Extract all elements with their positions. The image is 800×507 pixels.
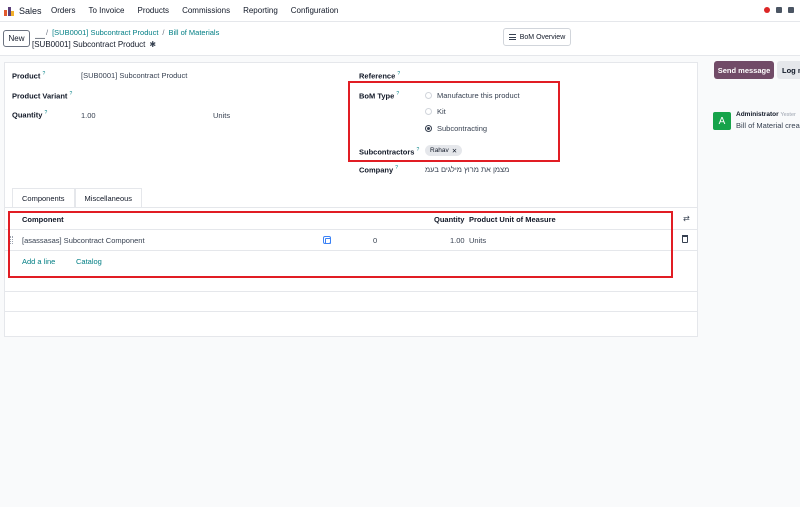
tab-divider bbox=[4, 207, 698, 208]
menu-orders[interactable]: Orders bbox=[51, 6, 75, 15]
control-panel: New — / [SUB0001] Subcontract Product / … bbox=[0, 22, 800, 56]
log-note-button[interactable]: Log n bbox=[777, 61, 800, 79]
record-name: [SUB0001] Subcontract Product bbox=[32, 40, 146, 49]
phone-icon[interactable] bbox=[788, 7, 794, 13]
sales-app-icon[interactable] bbox=[4, 6, 14, 16]
breadcrumb-product[interactable]: [SUB0001] Subcontract Product bbox=[52, 28, 158, 37]
company-field[interactable]: מצמן את מרוץ מילגים בעמ bbox=[425, 165, 509, 174]
top-navbar: Sales Orders To Invoice Products Commiss… bbox=[0, 0, 800, 22]
menu-products[interactable]: Products bbox=[137, 6, 169, 15]
list-icon bbox=[508, 34, 516, 40]
record-title: [SUB0001] Subcontract Product ✱ bbox=[32, 40, 156, 49]
reference-label: Reference ? bbox=[359, 71, 401, 81]
tab-miscellaneous[interactable]: Miscellaneous bbox=[74, 188, 143, 208]
product-variant-field[interactable] bbox=[81, 91, 321, 101]
quantity-uom-field[interactable]: Units bbox=[213, 111, 230, 120]
product-variant-label: Product Variant ? bbox=[12, 91, 73, 101]
row-divider bbox=[4, 291, 698, 292]
gift-icon[interactable] bbox=[776, 7, 782, 13]
breadcrumb: / [SUB0001] Subcontract Product / Bill o… bbox=[46, 28, 219, 37]
message-author: Administrator Yester bbox=[736, 111, 796, 118]
breadcrumb-separator: / bbox=[46, 28, 49, 37]
breadcrumb-bom[interactable]: Bill of Materials bbox=[169, 28, 220, 37]
bom-type-highlight bbox=[348, 81, 560, 162]
notebook-tabs: Components Miscellaneous bbox=[12, 188, 143, 208]
message-time: Yester bbox=[780, 112, 796, 118]
menu-to-invoice[interactable]: To Invoice bbox=[88, 6, 124, 15]
message-body: Bill of Material crea bbox=[736, 121, 800, 130]
new-button[interactable]: New bbox=[3, 30, 30, 47]
company-label: Company ? bbox=[359, 165, 399, 175]
tab-components[interactable]: Components bbox=[12, 188, 75, 208]
trash-icon[interactable] bbox=[682, 235, 688, 243]
send-message-button[interactable]: Send message bbox=[714, 61, 774, 79]
quantity-field[interactable]: 1.00 bbox=[81, 111, 96, 120]
bom-overview-label: BoM Overview bbox=[519, 33, 566, 41]
reference-field[interactable] bbox=[425, 71, 685, 81]
menu-reporting[interactable]: Reporting bbox=[243, 6, 278, 15]
product-label: Product ? bbox=[12, 71, 46, 81]
bom-overview-button[interactable]: BoM Overview bbox=[503, 28, 571, 46]
menu-configuration[interactable]: Configuration bbox=[291, 6, 339, 15]
breadcrumb-separator: / bbox=[162, 28, 165, 37]
product-field[interactable]: [SUB0001] Subcontract Product bbox=[81, 71, 187, 80]
navbar-systray bbox=[764, 7, 794, 13]
record-indicator-icon[interactable] bbox=[764, 7, 770, 13]
avatar[interactable]: A bbox=[713, 112, 731, 130]
gear-icon[interactable]: ✱ bbox=[149, 40, 156, 49]
menu-commissions[interactable]: Commissions bbox=[182, 6, 230, 15]
row-divider bbox=[4, 311, 698, 312]
main-menu: Orders To Invoice Products Commissions R… bbox=[51, 6, 338, 15]
components-highlight bbox=[8, 211, 673, 278]
app-name[interactable]: Sales bbox=[19, 6, 42, 16]
optional-columns-icon[interactable]: ⇄ bbox=[683, 214, 690, 223]
quantity-label: Quantity ? bbox=[12, 110, 48, 120]
